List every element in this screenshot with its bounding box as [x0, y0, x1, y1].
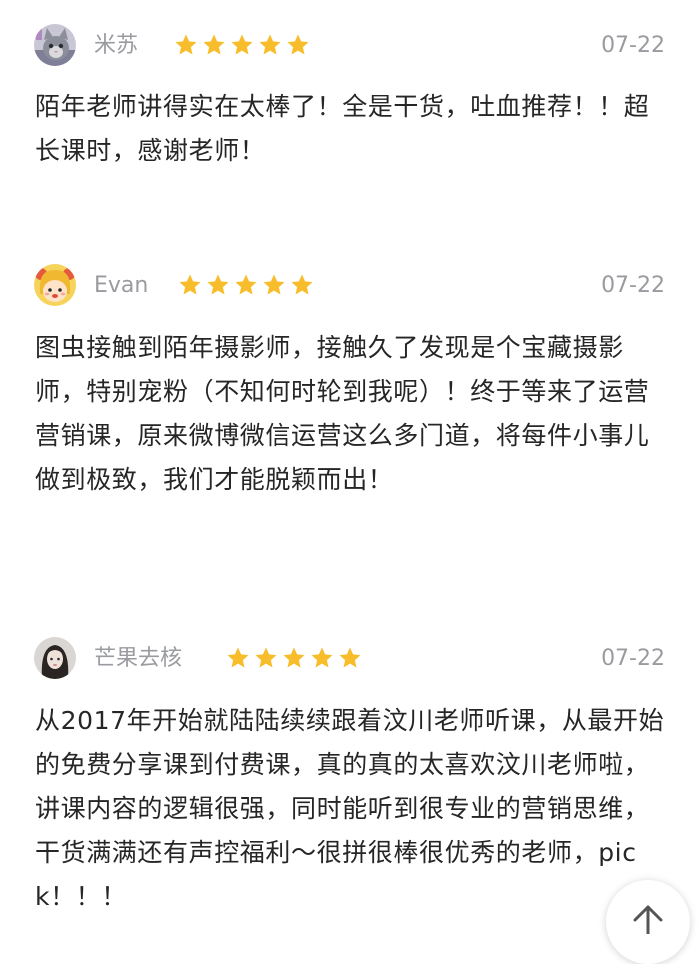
arrow-up-icon [633, 905, 663, 934]
rating-stars [226, 646, 366, 670]
star-icon [282, 646, 306, 670]
star-icon [174, 33, 198, 57]
scroll-top-button[interactable] [606, 880, 690, 964]
star-icon [230, 33, 254, 57]
star-icon [338, 646, 362, 670]
avatar[interactable] [34, 24, 76, 66]
star-icon [254, 646, 278, 670]
user-name: Evan [94, 273, 149, 298]
star-icon [310, 646, 334, 670]
star-icon [178, 273, 202, 297]
review-date: 07-22 [601, 33, 665, 58]
avatar[interactable] [34, 637, 76, 679]
review-header: Evan 07-22 [0, 264, 700, 308]
avatar[interactable] [34, 264, 76, 306]
review-header: 芒果去核 07-22 [0, 637, 700, 681]
star-icon [262, 273, 286, 297]
star-icon [258, 33, 282, 57]
rating-stars [178, 273, 318, 297]
portrait-avatar-icon [34, 637, 76, 679]
star-icon [234, 273, 258, 297]
star-icon [206, 273, 230, 297]
star-icon [290, 273, 314, 297]
cartoon-girl-avatar-icon [34, 264, 76, 306]
user-name: 芒果去核 [94, 646, 183, 671]
review-text: 陌年老师讲得实在太棒了！全是干货，吐血推荐！！超长课时，感谢老师！ [35, 92, 650, 165]
review-date: 07-22 [601, 646, 665, 671]
star-icon [286, 33, 310, 57]
user-name: 米苏 [94, 33, 139, 58]
review-date: 07-22 [601, 273, 665, 298]
cat-avatar-icon [34, 24, 76, 66]
review-header: 米苏 07-22 [0, 24, 700, 68]
star-icon [202, 33, 226, 57]
rating-stars [174, 33, 314, 57]
review-text: 图虫接触到陌年摄影师，接触久了发现是个宝藏摄影师，特别宠粉（不知何时轮到我呢）！… [35, 333, 650, 494]
review-text: 从2017年开始就陆陆续续跟着汶川老师听课，从最开始的免费分享课到付费课，真的真… [35, 706, 665, 911]
star-icon [226, 646, 250, 670]
